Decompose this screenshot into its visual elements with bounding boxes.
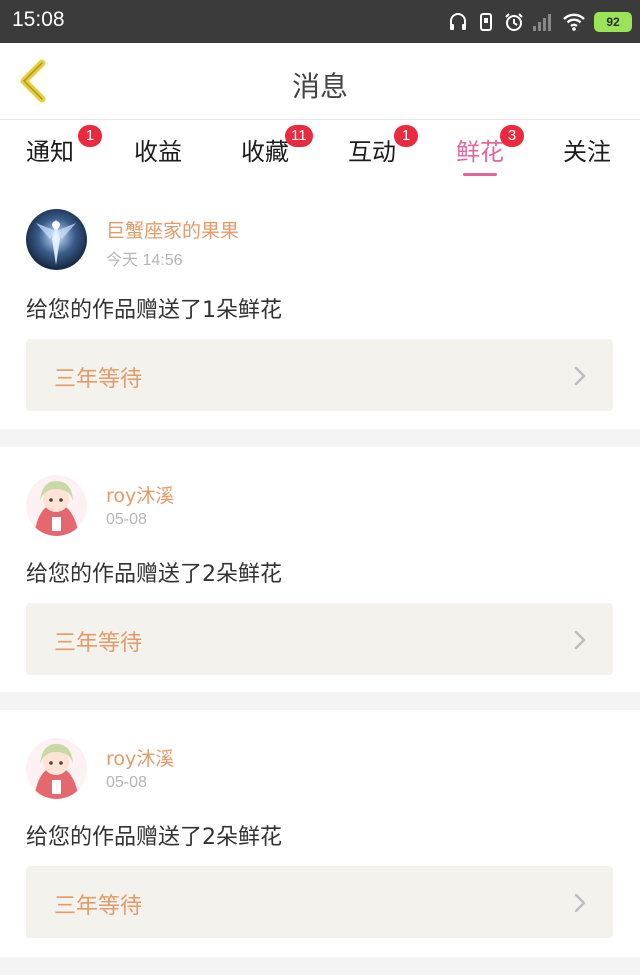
sender-name[interactable]: roy沐溪: [106, 744, 174, 771]
avatar[interactable]: [26, 475, 87, 536]
work-link[interactable]: 三年等待: [26, 339, 613, 411]
tab-label: 互动: [348, 138, 396, 166]
work-title: 三年等待: [54, 631, 143, 656]
battery-icon: 92: [594, 12, 632, 32]
tab-flowers[interactable]: 鲜花 3: [456, 125, 524, 172]
message-time: 今天 14:56: [106, 252, 183, 269]
tab-following[interactable]: 关注: [563, 132, 611, 172]
status-bar: 15:08 92: [0, 0, 640, 43]
status-time: 15:08: [12, 8, 65, 31]
tab-label: 收藏: [241, 138, 289, 166]
tab-earnings[interactable]: 收益: [134, 132, 182, 172]
sender-name[interactable]: roy沐溪: [106, 481, 174, 508]
tab-label: 收益: [134, 138, 182, 166]
message-card: roy沐溪 05-08 给您的作品赠送了2朵鲜花 三年等待: [0, 447, 640, 692]
tab-bar: 通知 1 收益 收藏 11 互动 1 鲜花 3 关注: [0, 120, 640, 182]
tab-notifications[interactable]: 通知 1: [26, 125, 102, 172]
work-link[interactable]: 三年等待: [26, 866, 613, 938]
header: 消息: [0, 43, 640, 120]
message-text: 给您的作品赠送了1朵鲜花: [26, 298, 282, 323]
unread-badge: 3: [500, 125, 524, 147]
tab-interactions[interactable]: 互动 1: [348, 125, 418, 172]
message-text: 给您的作品赠送了2朵鲜花: [26, 825, 282, 850]
screen-rotate-icon: [476, 12, 496, 32]
work-title: 三年等待: [54, 367, 143, 392]
message-card: 巨蟹座家的果果 今天 14:56 给您的作品赠送了1朵鲜花 三年等待: [0, 182, 640, 429]
unread-badge: 1: [394, 125, 418, 147]
sender-name[interactable]: 巨蟹座家的果果: [106, 216, 239, 243]
avatar[interactable]: [26, 209, 87, 270]
alarm-icon: [504, 12, 524, 32]
status-icons: 92: [448, 10, 632, 34]
tab-label: 鲜花: [456, 138, 504, 166]
signal-icon: [532, 12, 554, 32]
page-title: 消息: [291, 70, 348, 103]
message-time: 05-08: [106, 774, 147, 791]
chevron-right-icon: [573, 892, 587, 918]
unread-badge: 11: [285, 125, 313, 147]
tab-favorites[interactable]: 收藏 11: [241, 125, 313, 172]
headphones-icon: [448, 12, 468, 32]
work-title: 三年等待: [54, 894, 143, 919]
chevron-right-icon: [573, 629, 587, 655]
active-tab-indicator: [463, 173, 497, 176]
avatar[interactable]: [26, 738, 87, 799]
unread-badge: 1: [78, 125, 102, 147]
wifi-icon: [562, 12, 586, 32]
work-link[interactable]: 三年等待: [26, 603, 613, 675]
message-time: 05-08: [106, 511, 147, 528]
tab-label: 通知: [26, 138, 74, 166]
message-card: roy沐溪 05-08 给您的作品赠送了2朵鲜花 三年等待: [0, 710, 640, 957]
message-text: 给您的作品赠送了2朵鲜花: [26, 562, 282, 587]
chevron-right-icon: [573, 365, 587, 391]
tab-label: 关注: [563, 138, 611, 166]
